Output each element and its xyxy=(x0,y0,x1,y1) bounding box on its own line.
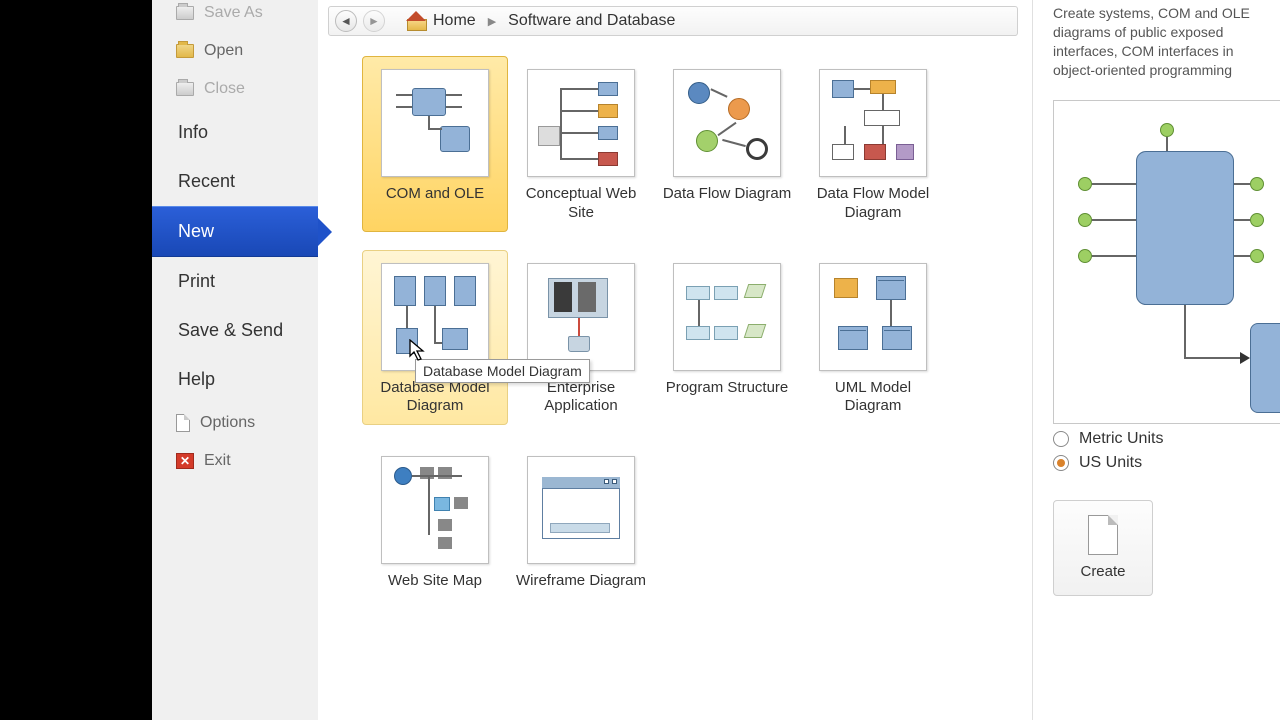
template-label: Enterprise Application xyxy=(509,379,653,425)
sidebar-label: Options xyxy=(200,414,255,432)
breadcrumb-label: Home xyxy=(433,12,476,30)
exit-icon: ✕ xyxy=(176,453,194,469)
preview-panel: Create systems, COM and OLE diagrams of … xyxy=(1032,0,1280,720)
units-metric[interactable]: Metric Units xyxy=(1053,430,1280,448)
template-label: Wireframe Diagram xyxy=(512,572,650,612)
radio-icon xyxy=(1053,455,1069,471)
sidebar-label: Close xyxy=(204,80,245,98)
radio-icon xyxy=(1053,431,1069,447)
sidebar-save-send[interactable]: Save & Send xyxy=(152,306,318,355)
template-thumbnail xyxy=(381,263,489,371)
template-program-structure[interactable]: Program Structure xyxy=(654,250,800,426)
template-label: UML Model Diagram xyxy=(801,379,945,425)
breadcrumb-label: Software and Database xyxy=(508,12,675,30)
sidebar-print[interactable]: Print xyxy=(152,257,318,306)
template-data-flow-model-diagram[interactable]: Data Flow Model Diagram xyxy=(800,56,946,232)
template-enterprise-application[interactable]: Enterprise Application xyxy=(508,250,654,426)
sidebar-label: Exit xyxy=(204,452,231,470)
units-us[interactable]: US Units xyxy=(1053,454,1280,472)
create-label: Create xyxy=(1080,563,1125,580)
options-icon xyxy=(176,414,190,432)
nav-forward-button[interactable]: ► xyxy=(363,10,385,32)
sidebar-recent[interactable]: Recent xyxy=(152,157,318,206)
folder-close-icon xyxy=(176,82,194,96)
template-label: COM and OLE xyxy=(382,185,488,225)
sidebar-options[interactable]: Options xyxy=(152,404,318,442)
sidebar-label: Recent xyxy=(178,171,235,192)
template-uml-model-diagram[interactable]: UML Model Diagram xyxy=(800,250,946,426)
sidebar-open[interactable]: Open xyxy=(152,32,318,70)
template-database-model-diagram[interactable]: Database Model Diagram Database Model Di… xyxy=(362,250,508,426)
breadcrumb-home[interactable]: Home xyxy=(407,12,476,30)
template-thumbnail xyxy=(819,263,927,371)
template-wireframe-diagram[interactable]: Wireframe Diagram xyxy=(508,443,654,613)
template-label: Conceptual Web Site xyxy=(509,185,653,231)
template-thumbnail xyxy=(527,263,635,371)
sidebar-new[interactable]: New xyxy=(152,206,318,257)
main-content: ◄ ► Home ▶ Software and Database COM a xyxy=(318,0,1028,720)
template-conceptual-web-site[interactable]: Conceptual Web Site xyxy=(508,56,654,232)
chevron-right-icon: ▶ xyxy=(488,15,496,28)
template-data-flow-diagram[interactable]: Data Flow Diagram xyxy=(654,56,800,232)
template-thumbnail xyxy=(673,69,781,177)
template-label: Database Model Diagram xyxy=(363,379,507,425)
home-icon xyxy=(407,13,425,29)
sidebar-save-as: Save As xyxy=(152,0,318,32)
template-label: Program Structure xyxy=(662,379,793,419)
sidebar-label: Help xyxy=(178,369,215,390)
sidebar-label: New xyxy=(178,221,214,242)
sidebar-label: Info xyxy=(178,122,208,143)
radio-label: Metric Units xyxy=(1079,430,1163,448)
template-thumbnail xyxy=(381,69,489,177)
radio-label: US Units xyxy=(1079,454,1142,472)
template-thumbnail xyxy=(527,456,635,564)
template-com-and-ole[interactable]: COM and OLE xyxy=(362,56,508,232)
template-thumbnail xyxy=(527,69,635,177)
template-label: Web Site Map xyxy=(384,572,486,612)
sidebar-info[interactable]: Info xyxy=(152,108,318,157)
document-icon xyxy=(1088,515,1118,555)
sidebar-help[interactable]: Help xyxy=(152,355,318,404)
video-letterbox xyxy=(0,0,152,720)
create-button[interactable]: Create xyxy=(1053,500,1153,596)
template-thumbnail xyxy=(673,263,781,371)
sidebar-close: Close xyxy=(152,70,318,108)
sidebar-exit[interactable]: ✕ Exit xyxy=(152,442,318,480)
sidebar-label: Open xyxy=(204,42,243,60)
template-web-site-map[interactable]: Web Site Map xyxy=(362,443,508,613)
template-preview xyxy=(1053,100,1280,424)
template-description: Create systems, COM and OLE diagrams of … xyxy=(1053,4,1280,80)
sidebar-label: Print xyxy=(178,271,215,292)
template-thumbnail xyxy=(819,69,927,177)
template-label: Data Flow Diagram xyxy=(659,185,795,225)
sidebar-label: Save As xyxy=(204,4,263,22)
template-thumbnail xyxy=(381,456,489,564)
backstage-sidebar: Save As Open Close Info Recent New Print… xyxy=(152,0,318,720)
save-as-icon xyxy=(176,6,194,20)
nav-back-button[interactable]: ◄ xyxy=(335,10,357,32)
tooltip: Database Model Diagram xyxy=(415,359,590,383)
template-label: Data Flow Model Diagram xyxy=(801,185,945,231)
sidebar-label: Save & Send xyxy=(178,320,283,341)
template-grid: COM and OLE Conceptual Web Site xyxy=(328,56,1018,613)
breadcrumb-category[interactable]: Software and Database xyxy=(508,12,675,30)
breadcrumb: ◄ ► Home ▶ Software and Database xyxy=(328,6,1018,36)
folder-open-icon xyxy=(176,44,194,58)
